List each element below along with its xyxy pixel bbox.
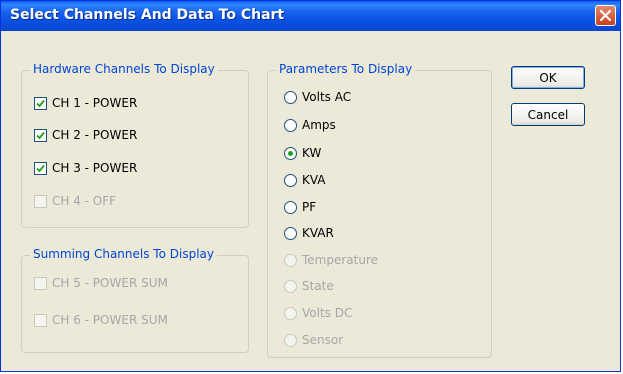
radio-circle[interactable] (284, 118, 297, 132)
checkmark-icon (36, 99, 45, 107)
radio-label: State (302, 279, 334, 293)
title-bar[interactable]: Select Channels And Data To Chart (1, 1, 620, 31)
hardware-channels-group: Hardware Channels To Display CH 1 - POWE… (21, 62, 249, 228)
checkmark-icon (36, 131, 45, 139)
summing-channels-legend: Summing Channels To Display (30, 247, 217, 261)
checkbox-label: CH 2 - POWER (52, 128, 138, 142)
radio-kw[interactable]: KW (284, 144, 321, 162)
ok-button[interactable]: OK (511, 66, 585, 89)
checkbox-box[interactable] (34, 128, 47, 142)
radio-label: KW (302, 146, 322, 160)
checkbox-box (34, 276, 47, 290)
checkbox-ch5: CH 5 - POWER SUM (34, 274, 168, 292)
checkbox-label: CH 1 - POWER (52, 96, 138, 110)
radio-label: Volts DC (302, 306, 353, 320)
radio-label: KVA (302, 173, 326, 187)
checkbox-box (34, 313, 47, 327)
cancel-button[interactable]: Cancel (511, 103, 585, 126)
radio-state: State (284, 277, 334, 295)
parameters-group: Parameters To Display Volts AC Amps KW K… (267, 62, 492, 358)
radio-label: Temperature (302, 253, 379, 267)
radio-label: PF (302, 200, 317, 214)
radio-label: Sensor (302, 333, 344, 347)
checkbox-label: CH 3 - POWER (52, 161, 138, 175)
checkbox-ch1[interactable]: CH 1 - POWER (34, 94, 137, 112)
radio-label: Volts AC (302, 90, 352, 104)
checkbox-label: CH 4 - OFF (52, 194, 117, 208)
checkmark-icon (36, 164, 45, 172)
hardware-channels-legend: Hardware Channels To Display (30, 62, 218, 76)
window-title: Select Channels And Data To Chart (10, 7, 285, 23)
radio-kva[interactable]: KVA (284, 171, 326, 189)
checkbox-box (34, 194, 47, 208)
radio-volts-ac[interactable]: Volts AC (284, 88, 351, 106)
checkbox-ch2[interactable]: CH 2 - POWER (34, 126, 137, 144)
radio-temperature: Temperature (284, 251, 378, 269)
close-button[interactable] (595, 5, 616, 26)
radio-label: Amps (302, 118, 336, 132)
checkbox-label: CH 5 - POWER SUM (52, 276, 168, 290)
radio-pf[interactable]: PF (284, 198, 316, 216)
radio-circle[interactable] (284, 146, 297, 160)
radio-sensor: Sensor (284, 331, 343, 349)
parameters-legend: Parameters To Display (276, 62, 416, 76)
checkbox-label: CH 6 - POWER SUM (52, 313, 168, 327)
radio-circle (284, 253, 297, 267)
close-icon (600, 10, 611, 21)
checkbox-box[interactable] (34, 161, 47, 175)
radio-circle[interactable] (284, 226, 297, 240)
radio-kvar[interactable]: KVAR (284, 224, 334, 242)
radio-selected-dot (288, 150, 293, 156)
dialog-window: Select Channels And Data To Chart Hardwa… (0, 0, 621, 372)
checkbox-ch3[interactable]: CH 3 - POWER (34, 159, 137, 177)
radio-circle[interactable] (284, 173, 297, 187)
radio-circle[interactable] (284, 90, 297, 104)
radio-label: KVAR (302, 226, 334, 240)
dialog-content: Hardware Channels To Display CH 1 - POWE… (1, 31, 620, 371)
checkbox-ch6: CH 6 - POWER SUM (34, 311, 168, 329)
radio-circle (284, 306, 297, 320)
radio-volts-dc: Volts DC (284, 304, 352, 322)
radio-circle[interactable] (284, 200, 297, 214)
radio-circle (284, 333, 297, 347)
summing-channels-group: Summing Channels To Display CH 5 - POWER… (21, 247, 249, 353)
radio-circle (284, 279, 297, 293)
checkbox-ch4: CH 4 - OFF (34, 192, 116, 210)
checkbox-box[interactable] (34, 96, 47, 110)
radio-amps[interactable]: Amps (284, 116, 336, 134)
